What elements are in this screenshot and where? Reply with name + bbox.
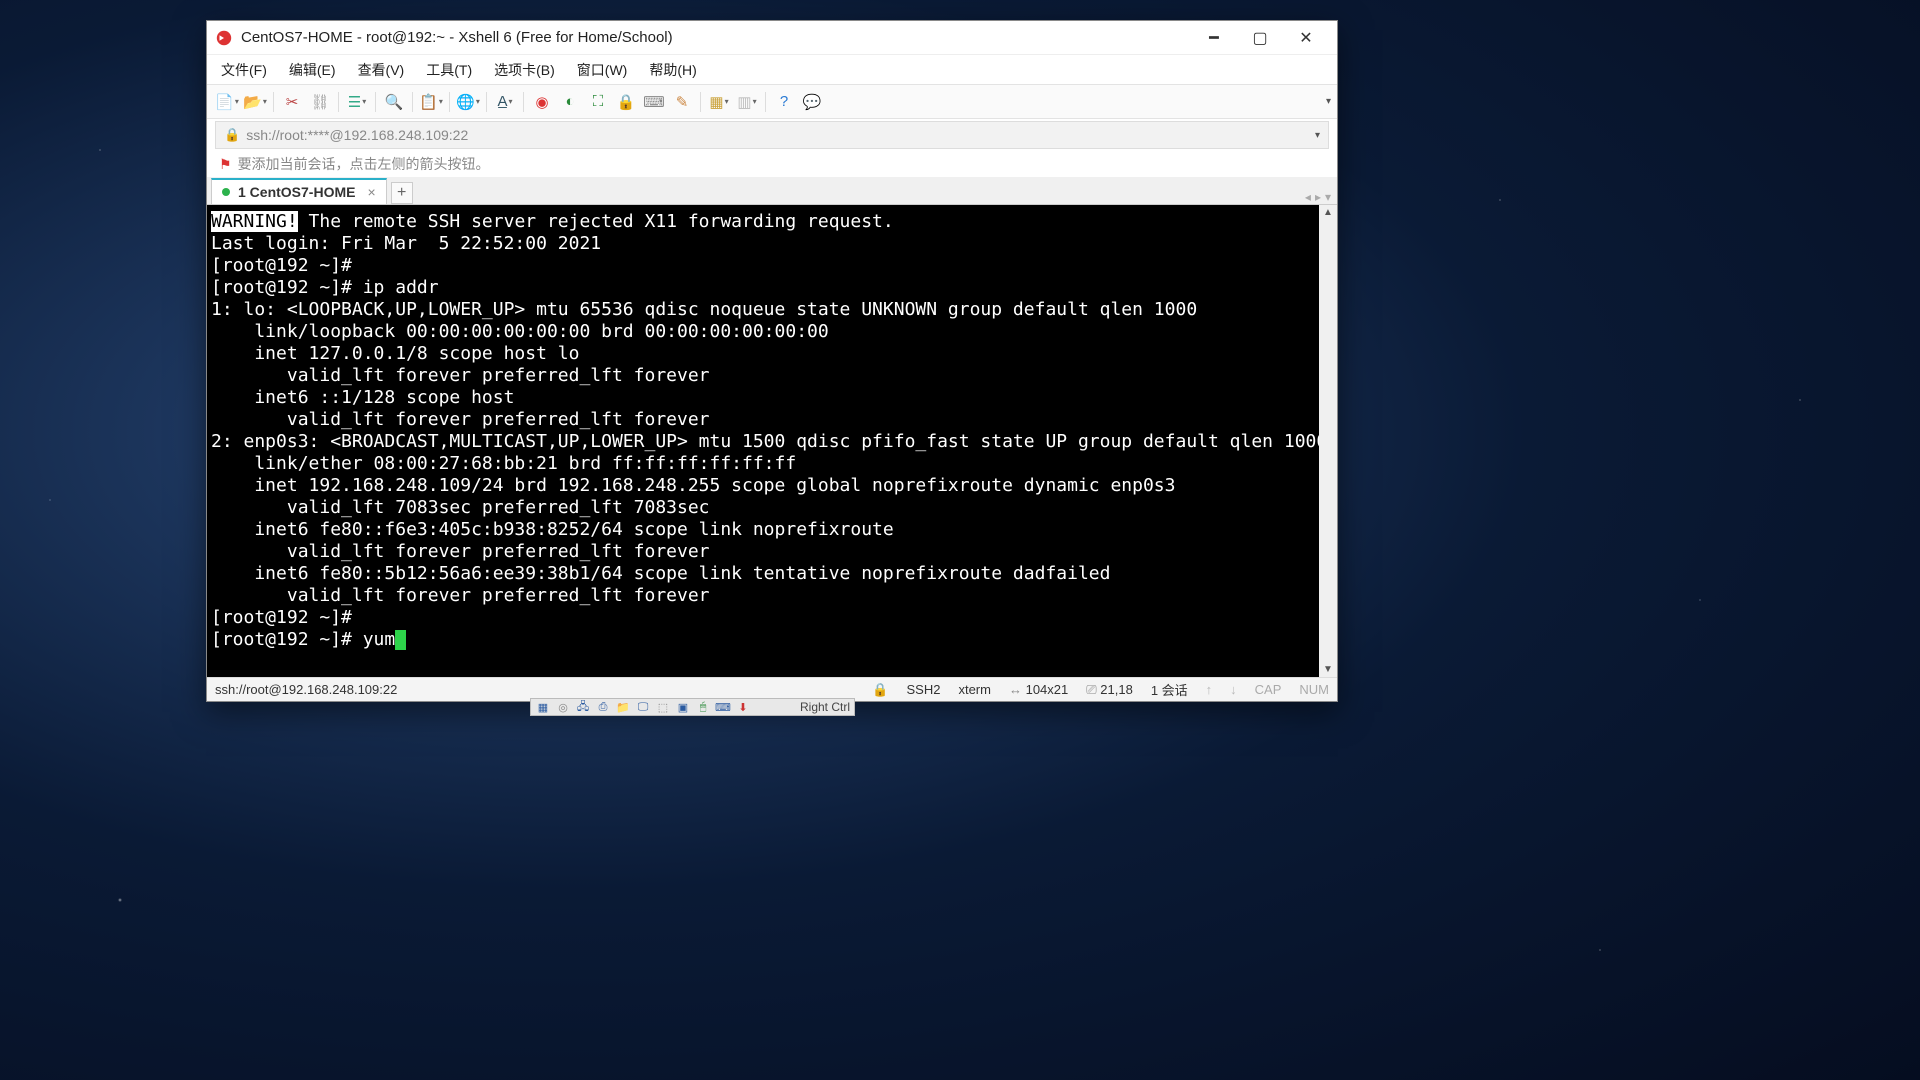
status-lock-icon: 🔒 [872,682,888,698]
vm-hostkey-label: Right Ctrl [794,700,850,714]
chat-button[interactable]: 💬 [800,90,824,114]
new-tab-button[interactable]: + [391,182,413,204]
cursor-pos-icon: ⎚ [1086,682,1100,697]
toolbar-overflow[interactable]: ▾ [1326,96,1331,107]
hint-bar: ⚑ 要添加当前会话，点击左侧的箭头按钮。 [207,151,1337,177]
minimize-button[interactable]: ━ [1191,22,1237,54]
scroll-up-icon[interactable]: ▲ [1323,207,1333,218]
terminal-output: Last login: Fri Mar 5 22:52:00 2021 [roo… [211,233,1319,628]
status-caps: CAP [1255,682,1282,697]
terminal-typed: yum [363,629,396,650]
vm-net-icon[interactable]: 🖧 [575,700,591,714]
xftp-icon[interactable]: ◐ [558,90,582,114]
vm-usb-icon[interactable]: ⎙ [595,700,611,714]
lock-icon: 🔒 [224,127,240,143]
vm-shared-icon[interactable]: 📁 [615,700,631,714]
scroll-down-icon[interactable]: ▼ [1323,664,1333,675]
status-protocol: SSH2 [907,682,941,697]
tab-prev-button[interactable]: ◂ [1305,190,1311,204]
status-term: xterm [958,682,991,697]
address-text: ssh://root:****@192.168.248.109:22 [246,127,468,143]
toolbar: 📄▾ 📂▾ ✂ ⛓ ☰▾ 🔍 📋▾ 🌐▾ A̲▾ ◉ ◐ ⛶ 🔒 ⌨ ✎ ▦▾ … [207,85,1337,119]
properties-button[interactable]: ☰▾ [345,90,369,114]
status-sessions: 1 会话 [1151,680,1188,699]
vm-hdd-icon[interactable]: ▦ [535,700,551,714]
keyboard-button[interactable]: ⌨ [642,90,666,114]
status-dot-icon [222,188,230,196]
xshell-icon[interactable]: ◉ [530,90,554,114]
menu-tabs[interactable]: 选项卡(B) [490,58,559,82]
font-button[interactable]: A̲▾ [493,90,517,114]
menu-view[interactable]: 查看(V) [354,58,409,82]
reconnect-button[interactable]: ✂ [280,90,304,114]
flag-icon: ⚑ [219,156,232,173]
tab-bar: 1 CentOS7-HOME × + ◂ ▸ ▾ [207,177,1337,205]
vm-key-icon[interactable]: ⌨ [715,700,731,714]
tab-label: 1 CentOS7-HOME [238,184,355,200]
highlight-button[interactable]: ✎ [670,90,694,114]
xshell-window: CentOS7-HOME - root@192:~ - Xshell 6 (Fr… [206,20,1338,702]
tab-centos7-home[interactable]: 1 CentOS7-HOME × [211,178,387,204]
menu-window[interactable]: 窗口(W) [573,58,632,82]
warning-label: WARNING! [211,211,298,232]
hint-text: 要添加当前会话，点击左侧的箭头按钮。 [238,154,490,174]
panel-button[interactable]: ▥▾ [735,90,759,114]
cursor [395,630,406,650]
copy-button[interactable]: 📋▾ [419,90,443,114]
close-button[interactable]: ✕ [1283,22,1329,54]
menu-tools[interactable]: 工具(T) [422,58,476,82]
vm-hostkey-icon[interactable]: ⬇ [735,700,751,714]
menubar: 文件(F) 编辑(E) 查看(V) 工具(T) 选项卡(B) 窗口(W) 帮助(… [207,55,1337,85]
vm-mouse-icon[interactable]: 🖱 [695,700,711,714]
vm-cd-icon[interactable]: ◎ [555,700,571,714]
vm-cpu-icon[interactable]: ▣ [675,700,691,714]
resize-icon: ↔ [1009,682,1026,697]
new-session-button[interactable]: 📄▾ [215,90,239,114]
app-icon [215,29,233,47]
globe-button[interactable]: 🌐▾ [456,90,480,114]
terminal-area: WARNING! The remote SSH server rejected … [207,205,1337,677]
fullscreen-button[interactable]: ⛶ [586,90,610,114]
titlebar[interactable]: CentOS7-HOME - root@192:~ - Xshell 6 (Fr… [207,21,1337,55]
status-down-icon: ↓ [1230,682,1237,697]
disconnect-button[interactable]: ⛓ [308,90,332,114]
address-bar[interactable]: 🔒 ssh://root:****@192.168.248.109:22 ▾ [215,121,1329,149]
warning-text: The remote SSH server rejected X11 forwa… [298,211,894,232]
lock-button[interactable]: 🔒 [614,90,638,114]
status-pos: 21,18 [1100,682,1133,697]
tab-next-button[interactable]: ▸ [1315,190,1321,204]
scrollbar[interactable]: ▲ ▼ [1319,205,1337,677]
help-button[interactable]: ? [772,90,796,114]
open-button[interactable]: 📂▾ [243,90,267,114]
menu-edit[interactable]: 编辑(E) [285,58,340,82]
status-size: 104x21 [1026,682,1069,697]
virtualbox-statusbar: ▦ ◎ 🖧 ⎙ 📁 🖵 ⬚ ▣ 🖱 ⌨ ⬇ Right Ctrl [530,698,855,716]
status-connection: ssh://root@192.168.248.109:22 [215,682,397,697]
tab-menu-button[interactable]: ▾ [1325,190,1331,204]
status-up-icon: ↑ [1206,682,1213,697]
tab-close-button[interactable]: × [367,184,375,200]
find-button[interactable]: 🔍 [382,90,406,114]
status-num: NUM [1299,682,1329,697]
layout-button[interactable]: ▦▾ [707,90,731,114]
terminal-prompt: [root@192 ~]# [211,629,363,650]
vm-display-icon[interactable]: 🖵 [635,700,651,714]
maximize-button[interactable]: ▢ [1237,22,1283,54]
terminal[interactable]: WARNING! The remote SSH server rejected … [207,205,1319,677]
menu-file[interactable]: 文件(F) [217,58,271,82]
vm-record-icon[interactable]: ⬚ [655,700,671,714]
address-dropdown[interactable]: ▾ [1315,130,1320,141]
window-title: CentOS7-HOME - root@192:~ - Xshell 6 (Fr… [241,29,1191,46]
menu-help[interactable]: 帮助(H) [645,58,700,82]
